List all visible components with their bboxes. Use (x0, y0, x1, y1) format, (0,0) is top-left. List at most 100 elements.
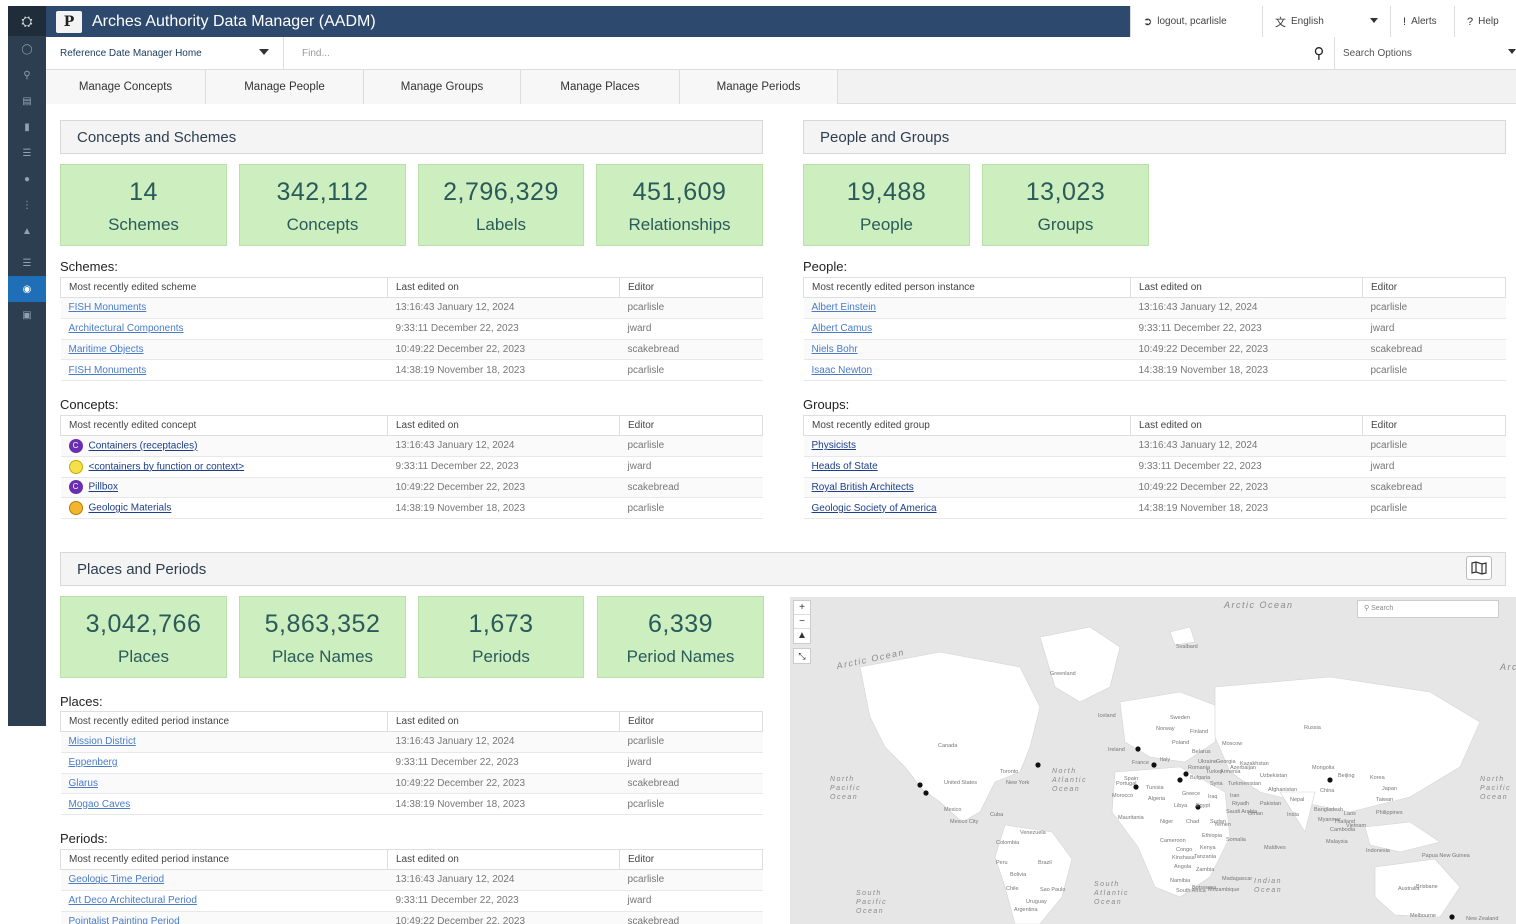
table-row: Royal British Architects 10:49:22 Decemb… (803, 477, 1506, 499)
logout-button[interactable]: ➲ logout, pcarlisle (1130, 6, 1262, 37)
map-label: Mexico City (950, 819, 979, 825)
map-label: Syria (1210, 781, 1223, 787)
ocean-label: South Atlantic Ocean (1094, 881, 1129, 906)
concept-link[interactable]: Geologic Materials (89, 503, 172, 514)
scheme-link[interactable]: FISH Monuments (69, 302, 147, 313)
stat-value: 19,488 (846, 178, 927, 206)
table-cell: Heads of State (803, 456, 1131, 478)
search-bar: Reference Date Manager Home Find... ⚲ Se… (46, 36, 1516, 70)
group-link[interactable]: Physicists (812, 440, 856, 451)
map-icon[interactable] (1466, 556, 1492, 580)
table-cell: jward (1362, 318, 1506, 340)
table-row: Geologic Time Period 13:16:43 January 12… (60, 869, 763, 891)
labels-tile[interactable]: 2,796,329 Labels (418, 164, 584, 246)
place-link[interactable]: Mission District (69, 736, 136, 747)
periods-table: Most recently edited period instance Las… (60, 849, 763, 924)
person-link[interactable]: Isaac Newton (812, 365, 873, 376)
map-label: Azerbaijan (1230, 765, 1256, 771)
schemes-tile[interactable]: 14 Schemes (60, 164, 227, 246)
search-options-dropdown[interactable]: Search Options (1334, 36, 1516, 70)
user-icon[interactable]: ▲ (8, 218, 46, 244)
place-link[interactable]: Mogao Caves (69, 799, 131, 810)
help-button[interactable]: ? Help (1454, 6, 1516, 37)
place-link[interactable]: Eppenberg (69, 757, 118, 768)
bookmark-icon[interactable]: ▮ (8, 114, 46, 140)
list-icon[interactable]: ☰ (8, 140, 46, 166)
period-link[interactable]: Geologic Time Period (69, 874, 165, 885)
period-names-tile[interactable]: 6,339 Period Names (597, 596, 764, 678)
concept-link[interactable]: Containers (receptacles) (89, 441, 198, 452)
places-tile[interactable]: 3,042,766 Places (60, 596, 227, 678)
groups-tile[interactable]: 13,023 Groups (982, 164, 1149, 246)
column-header: Editor (619, 415, 763, 436)
zoom-in-button[interactable]: + (794, 601, 810, 615)
map-label: Niger (1160, 819, 1174, 825)
tab-manage-groups[interactable]: Manage Groups (364, 70, 521, 104)
language-label: English (1291, 16, 1324, 27)
concept-link[interactable]: <containers by function or context> (89, 461, 245, 472)
home-icon[interactable]: ◯ (8, 36, 46, 62)
search-icon[interactable]: ⚲ (8, 62, 46, 88)
arches-logo-icon[interactable]: ⛭ (8, 6, 46, 36)
column-header: Editor (1362, 415, 1506, 436)
person-link[interactable]: Albert Camus (812, 323, 873, 334)
table-cell: Albert Einstein (803, 297, 1131, 319)
stat-value: 6,339 (647, 610, 714, 638)
tab-manage-concepts[interactable]: Manage Concepts (46, 70, 206, 104)
fullscreen-icon[interactable]: ⤡ (793, 648, 811, 664)
relationships-tile[interactable]: 451,609 Relationships (596, 164, 763, 246)
period-link[interactable]: Art Deco Architectural Period (69, 895, 197, 906)
search-icon[interactable]: ⚲ (1304, 37, 1334, 70)
settings-icon[interactable]: ◉ (8, 276, 46, 302)
map-label: Tanzania (1194, 854, 1217, 860)
concept-badge-icon: C (68, 438, 83, 453)
tab-manage-people[interactable]: Manage People (206, 70, 364, 104)
stat-label: Period Names (626, 647, 735, 666)
concept-link[interactable]: Pillbox (89, 482, 118, 493)
alerts-button[interactable]: ! Alerts (1390, 6, 1454, 37)
map-label: Turkmenistan (1228, 781, 1262, 787)
group-link[interactable]: Heads of State (812, 461, 878, 472)
table-cell: pcarlisle (619, 793, 763, 816)
ocean-label: South Pacific Ocean (856, 890, 888, 915)
place-link[interactable]: Glarus (69, 778, 98, 789)
column-header: Last edited on (387, 711, 620, 732)
table-cell: pcarlisle (1362, 297, 1506, 319)
period-link[interactable]: Pointalist Painting Period (69, 916, 180, 924)
group-link[interactable]: Royal British Architects (812, 482, 914, 493)
language-select[interactable]: 文 English (1262, 6, 1390, 37)
people-tile[interactable]: 19,488 People (803, 164, 970, 246)
image-icon[interactable]: ▣ (8, 302, 46, 328)
table-row: Glarus 10:49:22 December 22, 2023 scakeb… (60, 773, 763, 795)
home-label: Reference Date Manager Home (60, 47, 202, 59)
table-cell: Royal British Architects (803, 477, 1131, 499)
home-dropdown[interactable]: Reference Date Manager Home (46, 36, 284, 70)
column-header: Most recently edited group (803, 415, 1131, 436)
scheme-link[interactable]: FISH Monuments (69, 365, 147, 376)
map-search-input[interactable]: ⚲ Search (1357, 600, 1499, 618)
find-input[interactable]: Find... (284, 37, 1304, 70)
group-link[interactable]: Geologic Society of America (812, 503, 937, 514)
menu-icon[interactable]: ☰ (8, 250, 46, 276)
places-map[interactable]: Arctic Ocean Arctic Ocean North Pacific … (790, 597, 1516, 924)
tab-manage-periods[interactable]: Manage Periods (680, 70, 838, 104)
scheme-link[interactable]: Architectural Components (69, 323, 184, 334)
globe-icon[interactable]: ● (8, 166, 46, 192)
person-link[interactable]: Albert Einstein (812, 302, 876, 313)
scheme-link[interactable]: Maritime Objects (69, 344, 144, 355)
person-link[interactable]: Niels Bohr (812, 344, 858, 355)
place-names-tile[interactable]: 5,863,352 Place Names (239, 596, 406, 678)
table-cell: 13:16:43 January 12, 2024 (387, 297, 620, 319)
table-cell: Geologic Materials (60, 497, 388, 520)
map-label: Tunisia (1146, 785, 1164, 791)
table-cell: 9:33:11 December 22, 2023 (1130, 318, 1363, 340)
resource-icon[interactable]: ▤ (8, 88, 46, 114)
zoom-out-button[interactable]: − (794, 615, 810, 629)
tab-manage-places[interactable]: Manage Places (521, 70, 680, 104)
grid-icon[interactable]: ⋮ (8, 192, 46, 218)
app-logo-icon[interactable]: P (56, 10, 82, 33)
compass-icon[interactable]: ▲ (794, 629, 810, 643)
chevron-down-icon (1370, 18, 1378, 23)
periods-tile[interactable]: 1,673 Periods (418, 596, 584, 678)
concepts-tile[interactable]: 342,112 Concepts (239, 164, 406, 246)
